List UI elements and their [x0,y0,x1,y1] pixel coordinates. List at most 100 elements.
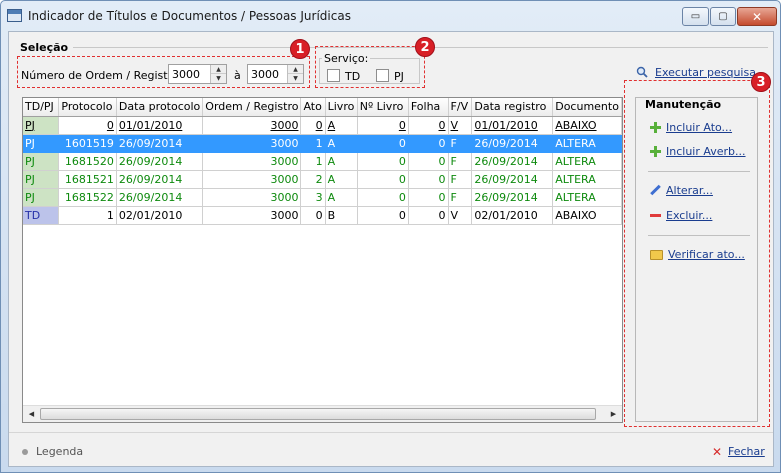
spin-up-icon[interactable]: ▲ [288,65,303,74]
column-header[interactable]: TD/PJ [23,98,60,117]
column-header[interactable]: Livro [325,98,358,117]
spin-down-icon[interactable]: ▼ [288,74,303,83]
table-cell: 26/09/2014 [471,134,554,153]
pj-checkbox[interactable] [376,69,389,82]
table-cell: 26/09/2014 [116,170,204,189]
alterar-link[interactable]: Alterar... [650,184,713,197]
table-cell: 0 [357,170,409,189]
td-checkbox[interactable] [327,69,340,82]
table-row[interactable]: PJ 0 01/01/2010 3000 0 A 0 0 V 01/01/2010 ABAIXO [23,116,622,135]
column-header[interactable]: Data registro [471,98,554,117]
table-cell: 1 [300,152,326,171]
table-cell: 0 [408,116,449,135]
table-cell: 0 [408,134,449,153]
table-cell: ALTERA [552,188,622,207]
minimize-button[interactable]: ▭ [682,7,709,26]
table-cell: 0 [357,206,409,225]
table-cell: F [448,134,473,153]
table-cell: 26/09/2014 [471,152,554,171]
executar-pesquisa-link[interactable]: Executar pesquisa [655,66,756,79]
incluir-ato-link[interactable]: Incluir Ato... [650,121,732,134]
table-cell: 26/09/2014 [116,188,204,207]
results-table: TD/PJ Protocolo Data protocolo Ordem / Regi… [23,98,622,225]
table-row[interactable]: PJ 1601519 26/09/2014 3000 1 A 0 0 F 26/09/2014 AL… [23,134,622,153]
table-cell: 0 [408,152,449,171]
column-header[interactable]: Nº Livro [357,98,409,117]
scroll-thumb[interactable] [40,408,596,420]
table-cell: 0 [357,134,409,153]
footer-divider [9,432,773,433]
table-cell: PJ [23,134,60,153]
maximize-button[interactable]: ▢ [710,7,736,26]
table-cell: 26/09/2014 [116,134,204,153]
client-area: Seleção 1 Número de Ordem / Registro: 30… [8,31,774,467]
menu-separator [648,235,750,236]
table-cell: A [325,170,358,189]
ordem-to-spinner[interactable]: 3000 ▲ ▼ [247,64,304,84]
window-icon [7,9,22,22]
table-cell: 02/01/2010 [471,206,554,225]
table-cell: 0 [58,116,117,135]
table-row[interactable]: PJ 1681521 26/09/2014 3000 2 A 0 0 F 26/09/2014 AL… [23,170,622,189]
verificar-ato-link[interactable]: Verificar ato... [650,248,745,261]
servico-title: Serviço: [322,52,371,65]
close-window-button[interactable]: ✕ [737,7,777,26]
table-cell: 3 [300,188,326,207]
table-cell: 01/01/2010 [471,116,554,135]
table-cell: V [448,116,473,135]
pj-checkbox-label: PJ [394,70,404,83]
table-cell: 3000 [202,152,302,171]
column-header[interactable]: F/V [448,98,473,117]
column-header[interactable]: Ordem / Registro [202,98,302,117]
column-header[interactable]: Folha [408,98,449,117]
table-cell: 1681520 [58,152,117,171]
spin-down-icon[interactable]: ▼ [211,74,226,83]
table-cell: 1 [58,206,117,225]
scroll-right-icon[interactable]: ▶ [605,406,622,422]
excluir-link[interactable]: Excluir... [650,209,712,222]
results-grid[interactable]: TD/PJ Protocolo Data protocolo Ordem / Regi… [22,97,623,423]
maximize-icon: ▢ [718,11,728,22]
menu-separator [648,171,750,172]
badge-1: 1 [290,39,310,59]
badge-2: 2 [415,37,435,57]
table-cell: 0 [300,206,326,225]
table-cell: A [325,116,358,135]
ordem-from-value: 3000 [172,68,200,81]
scroll-left-icon[interactable]: ◀ [23,406,40,422]
fechar-link[interactable]: Fechar [728,445,765,458]
manutencao-title: Manutenção [645,98,722,111]
table-cell: 26/09/2014 [471,188,554,207]
folder-icon [650,249,663,260]
table-cell: 0 [300,116,326,135]
horizontal-scrollbar[interactable]: ◀ ▶ [23,405,622,422]
column-header[interactable]: Data protocolo [116,98,204,117]
column-header[interactable]: Protocolo [58,98,117,117]
table-cell: 2 [300,170,326,189]
selecao-title: Seleção [20,41,69,54]
table-row[interactable]: TD 1 02/01/2010 3000 0 B 0 0 V 02/01/2010 ABAIXO [23,206,622,225]
close-x-icon: ✕ [712,445,723,459]
manutencao-panel: Manutenção Incluir Ato... Incluir Averb.… [635,97,758,422]
column-header[interactable]: Ato [300,98,326,117]
ordem-label: Número de Ordem / Registro: [21,69,183,82]
table-cell: F [448,152,473,171]
spin-up-icon[interactable]: ▲ [211,65,226,74]
ordem-from-spinner[interactable]: 3000 ▲ ▼ [168,64,227,84]
plus-icon [650,146,661,157]
table-cell: ALTERA [552,134,622,153]
table-cell: 0 [408,188,449,207]
table-row[interactable]: PJ 1681520 26/09/2014 3000 1 A 0 0 F 26/09/2014 AL… [23,152,622,171]
minimize-icon: ▭ [690,11,701,22]
table-cell: 0 [357,116,409,135]
legenda-link[interactable]: Legenda [36,445,83,458]
incluir-averb-link[interactable]: Incluir Averb... [650,145,746,158]
table-cell: 1 [300,134,326,153]
column-header[interactable]: Documento [552,98,622,117]
table-row[interactable]: PJ 1681522 26/09/2014 3000 3 A 0 0 F 26/09/2014 AL… [23,188,622,207]
table-cell: 3000 [202,206,302,225]
pencil-icon [650,185,661,196]
table-cell: 1681522 [58,188,117,207]
table-cell: 26/09/2014 [116,152,204,171]
table-cell: PJ [23,188,60,207]
